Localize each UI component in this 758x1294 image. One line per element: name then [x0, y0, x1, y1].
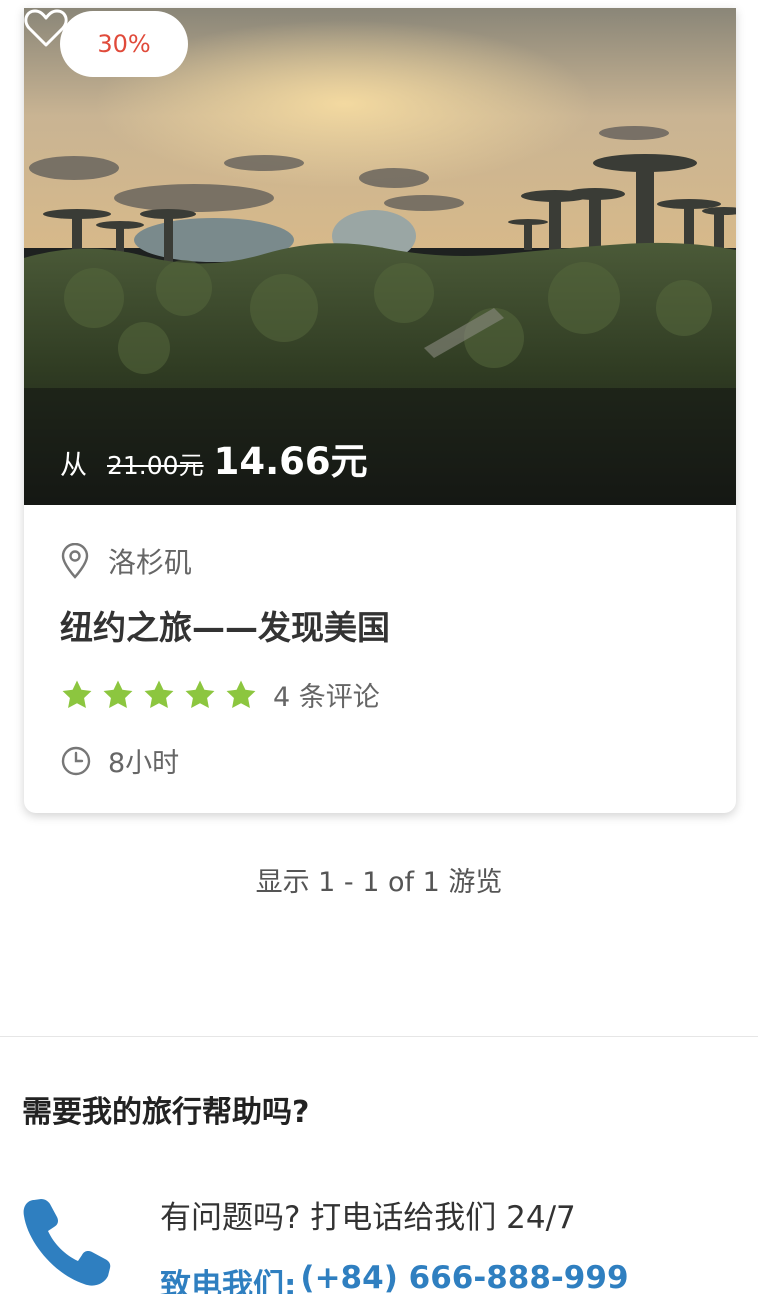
discount-badge-text: 30%: [97, 30, 151, 58]
clock-icon: [61, 746, 91, 775]
location-row: 洛杉矶: [60, 541, 192, 581]
results-count: 显示 1 - 1 of 1 游览: [255, 867, 503, 898]
current-price: 14.66元: [213, 440, 368, 483]
original-price: 21.00元: [107, 451, 204, 480]
section-divider: [0, 1036, 758, 1037]
rating-row: 4 条评论: [60, 675, 380, 714]
tour-card-body: 洛杉矶 纽约之旅——发现美国 4 条评论 8小时: [24, 505, 736, 813]
tours-page: 30% 从 21.00元 14.66元 洛杉矶 纽约之旅——发现美国 4 条评论…: [0, 0, 758, 1294]
review-count[interactable]: 4 条评论: [273, 675, 380, 714]
tour-card[interactable]: 30% 从 21.00元 14.66元 洛杉矶 纽约之旅——发现美国 4 条评论…: [24, 8, 736, 813]
help-title: 需要我的旅行帮助吗?: [22, 1095, 310, 1130]
star-icon: [185, 680, 215, 708]
duration-row: 8小时: [60, 741, 179, 780]
tour-title[interactable]: 纽约之旅——发现美国: [60, 601, 390, 649]
price-from-label: 从: [60, 450, 87, 481]
map-pin-icon: [61, 543, 89, 579]
star-rating: [60, 678, 265, 712]
star-icon: [62, 680, 92, 708]
call-number-link[interactable]: (+84) 666-888-999: [300, 1260, 628, 1294]
star-icon: [144, 680, 174, 708]
star-icon: [103, 680, 133, 708]
call-us-row[interactable]: 致电我们: (+84) 666-888-999: [160, 1260, 629, 1294]
phone-icon[interactable]: [20, 1196, 114, 1290]
location-text: 洛杉矶: [108, 546, 193, 579]
star-icon: [226, 680, 256, 708]
help-question: 有问题吗? 打电话给我们 24/7: [160, 1200, 576, 1236]
price-row: 从 21.00元 14.66元: [60, 431, 368, 487]
heart-icon[interactable]: [24, 8, 68, 48]
call-label: 致电我们:: [160, 1268, 297, 1294]
discount-badge: 30%: [60, 11, 188, 77]
duration-text: 8小时: [108, 748, 180, 779]
tour-photo[interactable]: 30% 从 21.00元 14.66元: [24, 8, 736, 505]
